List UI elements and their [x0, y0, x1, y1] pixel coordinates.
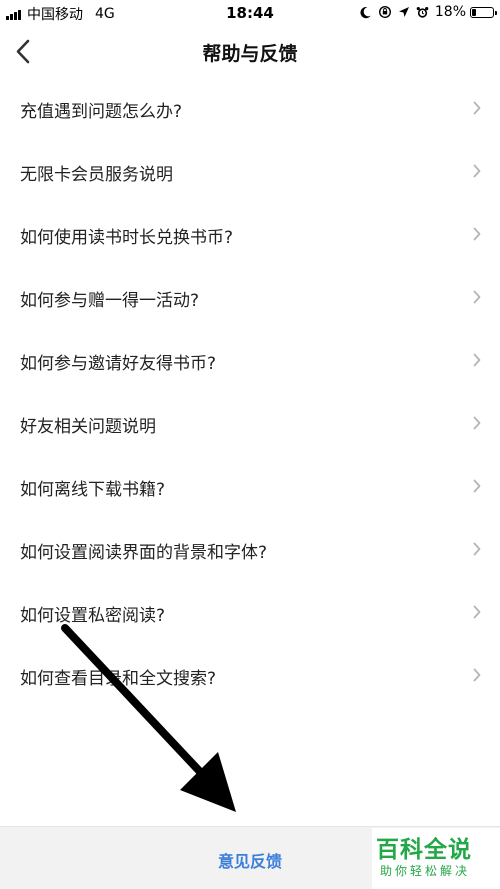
chevron-right-icon: [473, 227, 481, 241]
help-topic-list: 充值遇到问题怎么办? 无限卡会员服务说明如何使用读书时长兑换书币? 如何参与赠一得一…: [0, 78, 500, 708]
watermark-subtitle: 助你轻松解决: [380, 864, 471, 878]
list-item[interactable]: 如何参与赠一得一活动?: [0, 267, 500, 330]
chevron-right-icon: [473, 353, 481, 367]
list-item[interactable]: 如何设置私密阅读?: [0, 582, 500, 645]
list-item-label: 如何查看目录和全文搜索?: [20, 669, 217, 689]
list-item[interactable]: 如何参与邀请好友得书币?: [0, 330, 500, 393]
chevron-right-icon: [473, 605, 481, 619]
battery-level: [472, 8, 476, 16]
status-right: 18%: [353, 4, 497, 20]
status-bar: 中国移动 4G 18:44 18%: [0, 0, 500, 26]
list-item-label: 如何离线下载书籍?: [20, 480, 166, 500]
list-item[interactable]: 如何设置阅读界面的背景和字体?: [0, 519, 500, 582]
rotation-lock-icon: [378, 5, 392, 19]
list-item-label: 如何设置私密阅读?: [20, 606, 166, 626]
chevron-right-icon: [473, 668, 481, 682]
battery-percent: 18%: [434, 4, 466, 20]
chevron-right-icon: [473, 101, 481, 115]
list-item[interactable]: 如何使用读书时长兑换书币?: [0, 204, 500, 267]
list-item-label: 无限卡会员服务说明: [20, 165, 173, 185]
list-item-label: 如何参与邀请好友得书币?: [20, 354, 217, 374]
chevron-right-icon: [473, 164, 481, 178]
list-item-label: 充值遇到问题怎么办?: [20, 102, 183, 122]
chevron-right-icon: [473, 290, 481, 304]
list-item[interactable]: 充值遇到问题怎么办?: [0, 78, 500, 141]
battery-icon: [470, 6, 497, 18]
list-item[interactable]: 如何离线下载书籍?: [0, 456, 500, 519]
list-item[interactable]: 无限卡会员服务说明: [0, 141, 500, 204]
alarm-icon: [416, 6, 429, 19]
list-item-label: 如何设置阅读界面的背景和字体?: [20, 543, 268, 563]
chevron-right-icon: [473, 416, 481, 430]
list-item-label: 如何使用读书时长兑换书币?: [20, 228, 234, 248]
chevron-right-icon: [473, 542, 481, 556]
chevron-right-icon: [473, 479, 481, 493]
watermark-title: 百科全说: [376, 837, 472, 863]
list-item[interactable]: 好友相关问题说明: [0, 393, 500, 456]
list-item[interactable]: 如何查看目录和全文搜索?: [0, 645, 500, 708]
nav-bar: 帮助与反馈: [0, 26, 500, 78]
location-icon: [398, 6, 410, 18]
list-item-label: 好友相关问题说明: [20, 417, 156, 437]
page-title: 帮助与反馈: [202, 43, 298, 65]
watermark-logo: 百科全说 助你轻松解决: [372, 828, 500, 889]
list-item-label: 如何参与赠一得一活动?: [20, 291, 200, 311]
moon-icon: [359, 6, 372, 19]
